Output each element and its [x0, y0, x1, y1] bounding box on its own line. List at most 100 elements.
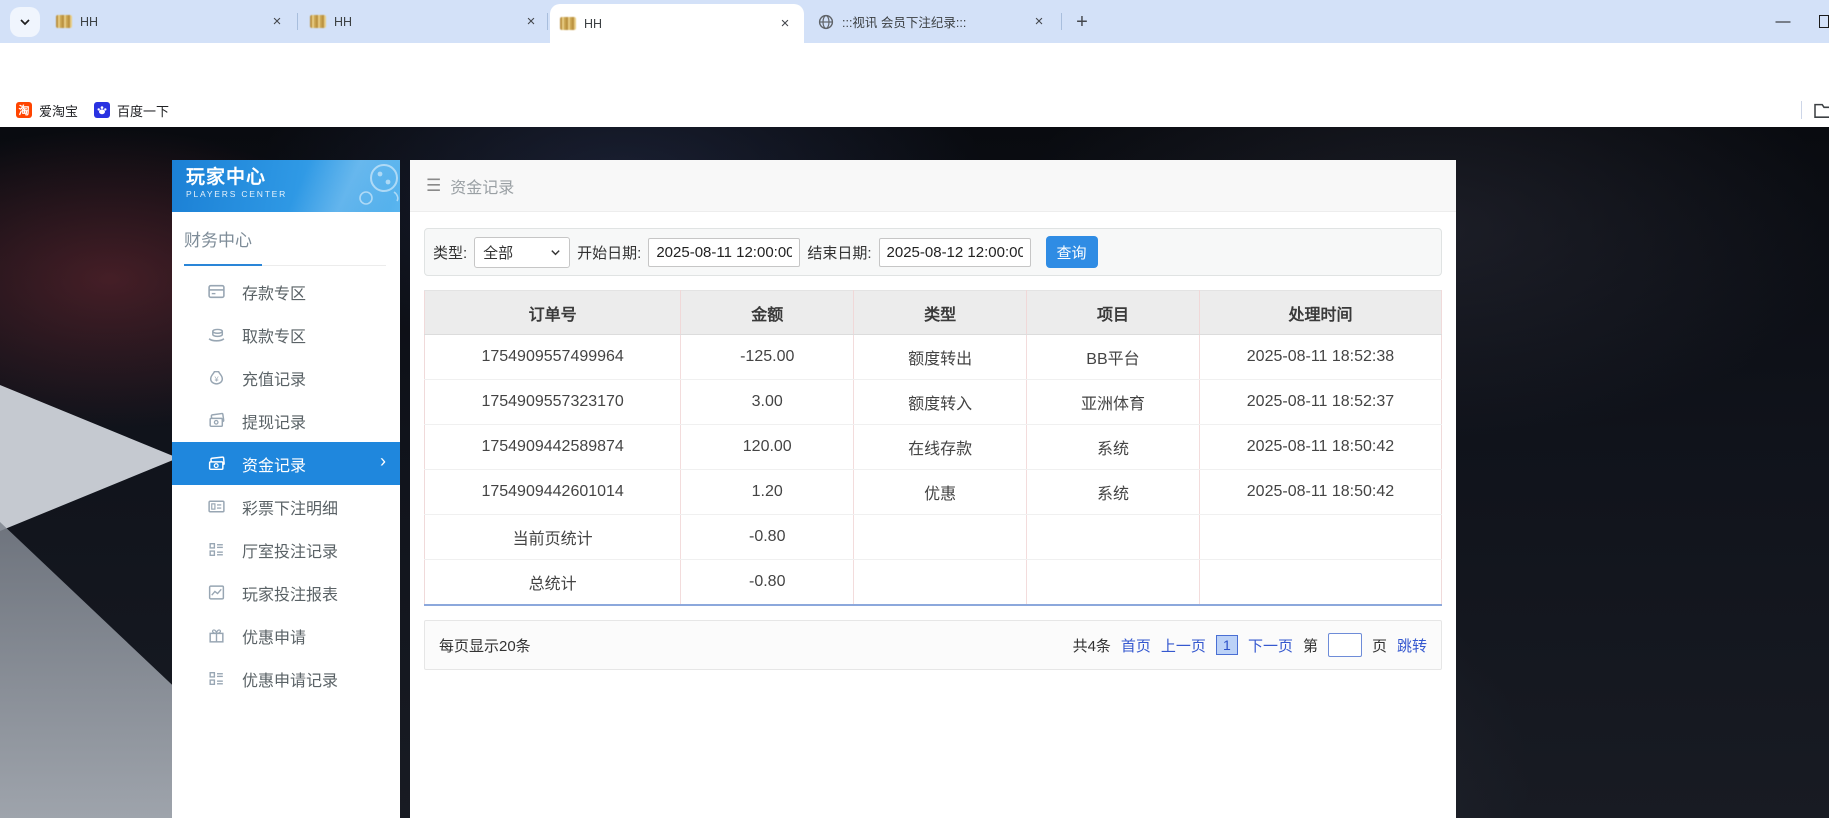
column-header: 处理时间 [1199, 291, 1441, 335]
sidebar-item-label: 玩家投注报表 [242, 581, 338, 605]
browser-tab-3-active[interactable]: HH × [550, 4, 804, 43]
table-cell: 2025-08-11 18:50:42 [1199, 425, 1441, 470]
current-page-badge: 1 [1216, 635, 1238, 655]
bookmark-label: 百度一下 [117, 101, 169, 120]
sidebar-item-promo-apply[interactable]: 优惠申请 [172, 614, 400, 657]
other-bookmarks-folder-icon[interactable] [1813, 101, 1829, 124]
sidebar-item-recharge-record[interactable]: ¥ 充值记录 [172, 356, 400, 399]
start-date-input[interactable] [648, 238, 800, 267]
window-maximize-button[interactable] [1805, 0, 1829, 43]
jump-label-post: 页 [1372, 635, 1387, 656]
column-header: 金额 [681, 291, 854, 335]
table-row: 1754909557323170 3.00 额度转入 亚洲体育 2025-08-… [425, 380, 1442, 425]
window-controls: — [1761, 0, 1829, 43]
sidebar-item-player-bet-report[interactable]: 玩家投注报表 [172, 571, 400, 614]
first-page-link[interactable]: 首页 [1121, 635, 1151, 656]
tab-close-icon[interactable]: × [776, 15, 794, 33]
tab-close-icon[interactable]: × [268, 13, 286, 31]
table-cell: 系统 [1027, 470, 1200, 515]
funds-table-wrap: 订单号 金额 类型 项目 处理时间 1754909557499964 -125.… [424, 290, 1442, 606]
sidebar-item-deposit-zone[interactable]: 存款专区 [172, 270, 400, 313]
lottery-detail-icon [206, 497, 226, 517]
sidebar-item-funds-record[interactable]: 资金记录 › [172, 442, 400, 485]
tab-title: HH [584, 17, 776, 31]
sidebar-item-promo-apply-record[interactable]: 优惠申请记录 [172, 657, 400, 700]
funds-table: 订单号 金额 类型 项目 处理时间 1754909557499964 -125.… [424, 290, 1442, 606]
bookmark-label: 爱淘宝 [39, 101, 78, 120]
tab-title: HH [334, 15, 522, 29]
jump-page-input[interactable] [1328, 633, 1362, 657]
sidebar-item-label: 厅室投注记录 [242, 538, 338, 562]
bookmarks-bar: 淘 爱淘宝 百度一下 [0, 93, 1829, 127]
page-size-text: 每页显示20条 [439, 635, 531, 656]
filter-bar: 类型: 全部 开始日期: 结束日期: 查询 [424, 228, 1442, 276]
sidebar-item-label: 充值记录 [242, 366, 306, 390]
sidebar-item-hall-bet-record[interactable]: 厅室投注记录 [172, 528, 400, 571]
type-label: 类型: [433, 242, 467, 263]
sidebar-item-label: 资金记录 [242, 452, 306, 476]
sidebar-item-label: 取款专区 [242, 323, 306, 347]
tab-separator [1061, 13, 1062, 30]
table-header-row: 订单号 金额 类型 项目 处理时间 [425, 291, 1442, 335]
funds-record-panel: ☰ 资金记录 类型: 全部 开始日期: 结束日期: 查询 [410, 160, 1456, 818]
browser-tab-1[interactable]: HH × [46, 0, 296, 43]
table-cell: 1.20 [681, 470, 854, 515]
column-header: 项目 [1027, 291, 1200, 335]
tab-title: :::视讯 会员下注纪录::: [842, 12, 1030, 31]
search-button[interactable]: 查询 [1046, 236, 1098, 268]
section-divider [184, 264, 386, 266]
bookmarks-divider [1801, 101, 1802, 119]
table-cell: -0.80 [681, 560, 854, 606]
baidu-paw-icon [94, 102, 110, 118]
column-header: 类型 [854, 291, 1027, 335]
browser-window: HH × HH × HH × :::视讯 会员下注纪录::: × + — [0, 0, 1829, 818]
tab-close-icon[interactable]: × [522, 13, 540, 31]
sidebar-item-cashout-record[interactable]: 提现记录 [172, 399, 400, 442]
table-cell: 优惠 [854, 470, 1027, 515]
new-tab-button[interactable]: + [1068, 8, 1096, 36]
prev-page-link[interactable]: 上一页 [1161, 635, 1206, 656]
panel-titlebar: ☰ 资金记录 [410, 160, 1456, 212]
table-cell: BB平台 [1027, 335, 1200, 380]
table-cell [1199, 560, 1441, 606]
sidebar-item-lottery-bet-detail[interactable]: 彩票下注明细 [172, 485, 400, 528]
window-minimize-button[interactable]: — [1761, 0, 1805, 43]
section-label: 财务中心 [184, 230, 386, 252]
table-cell [1027, 560, 1200, 606]
sidebar-item-withdraw-zone[interactable]: 取款专区 [172, 313, 400, 356]
table-cell: 额度转出 [854, 335, 1027, 380]
bookmark-aitaobao[interactable]: 淘 爱淘宝 [10, 98, 84, 122]
page-title: 资金记录 [450, 174, 514, 198]
bookmark-baidu[interactable]: 百度一下 [88, 98, 175, 122]
chevron-right-icon: › [380, 451, 386, 472]
sidebar-item-label: 提现记录 [242, 409, 306, 433]
promo-record-icon [206, 669, 226, 689]
type-select[interactable]: 全部 [474, 237, 570, 268]
table-cell: 120.00 [681, 425, 854, 470]
sidebar-item-label: 优惠申请记录 [242, 667, 338, 691]
end-date-input[interactable] [879, 238, 1031, 267]
browser-toolbar: mgm1065.com/hhcp/usercenter.html?iniType… [0, 43, 1829, 93]
total-count-text: 共4条 [1073, 635, 1111, 656]
browser-tab-4[interactable]: :::视讯 会员下注纪录::: × [808, 0, 1058, 43]
table-row-page-summary: 当前页统计 -0.80 [425, 515, 1442, 560]
table-row: 1754909442601014 1.20 优惠 系统 2025-08-11 1… [425, 470, 1442, 515]
web-page: 玩家中心 PLAYERS CENTER 财务中心 存款专区 取款专区 [0, 127, 1829, 818]
sidebar-item-label: 存款专区 [242, 280, 306, 304]
sidebar-item-label: 优惠申请 [242, 624, 306, 648]
tab-search-button[interactable] [10, 7, 40, 37]
background-corner-decoration [0, 522, 172, 818]
table-cell: 额度转入 [854, 380, 1027, 425]
browser-tab-2[interactable]: HH × [300, 0, 550, 43]
site-favicon-icon [560, 17, 576, 30]
jump-button[interactable]: 跳转 [1397, 635, 1427, 656]
hamburger-icon: ☰ [426, 176, 441, 196]
tab-close-icon[interactable]: × [1030, 13, 1048, 31]
sidebar-section: 财务中心 [172, 212, 400, 266]
withdraw-icon [206, 325, 226, 345]
table-cell: 1754909442601014 [425, 470, 681, 515]
sidebar-header: 玩家中心 PLAYERS CENTER [172, 160, 400, 212]
next-page-link[interactable]: 下一页 [1248, 635, 1293, 656]
tab-strip: HH × HH × HH × :::视讯 会员下注纪录::: × + — [0, 0, 1829, 43]
table-row: 1754909442589874 120.00 在线存款 系统 2025-08-… [425, 425, 1442, 470]
